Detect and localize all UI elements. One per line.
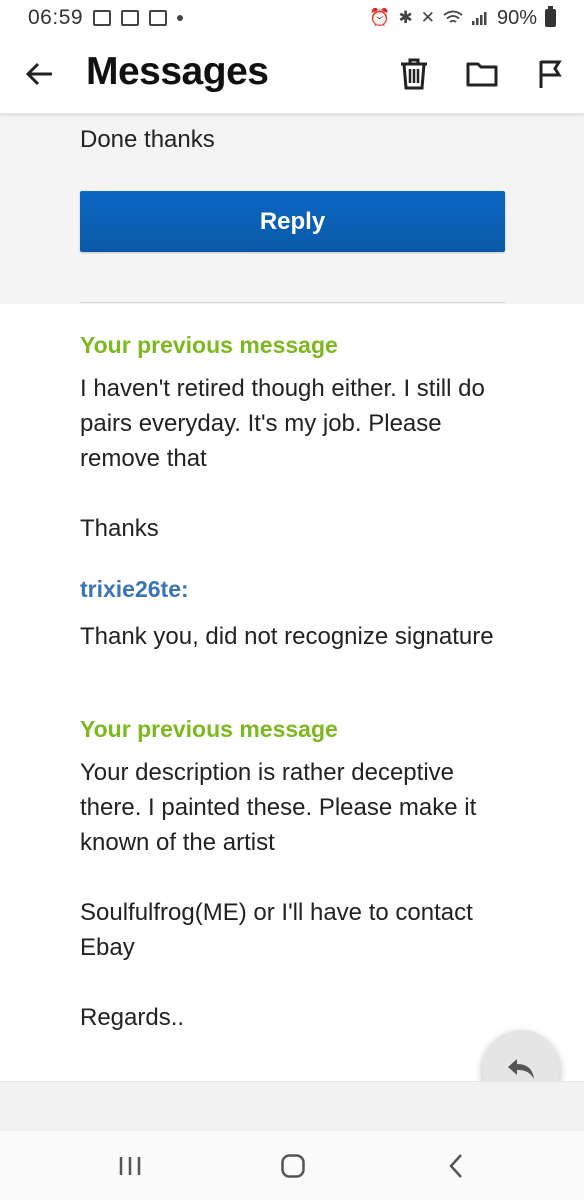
nav-back-icon xyxy=(449,1154,462,1178)
signal-icon xyxy=(471,12,487,25)
recents-button[interactable] xyxy=(110,1149,150,1183)
thread-message: trixie26te: Thank you, did not recognize… xyxy=(80,576,520,654)
battery-percent: 90% xyxy=(496,6,537,29)
move-to-folder-button[interactable] xyxy=(464,56,500,92)
flag-icon xyxy=(539,60,562,88)
status-bar: 06:59 ⏰ ✱ ✕ 90% xyxy=(0,0,584,36)
gallery-notification-icon xyxy=(93,10,112,26)
flag-button[interactable] xyxy=(532,56,568,92)
page-title: Messages xyxy=(86,50,269,93)
current-message-section: Done thanks Reply xyxy=(0,114,584,304)
reply-button[interactable]: Reply xyxy=(80,191,505,252)
status-time: 06:59 xyxy=(28,6,84,29)
footer-strip xyxy=(0,1081,584,1131)
gmail-notification-icon xyxy=(149,10,168,26)
folder-icon xyxy=(466,62,498,87)
divider xyxy=(80,302,505,303)
message-body: Your description is rather deceptive the… xyxy=(80,759,477,1031)
nav-back-button[interactable] xyxy=(436,1149,476,1183)
arrow-left-icon xyxy=(26,62,52,86)
app-header: Messages xyxy=(0,36,584,114)
home-icon xyxy=(281,1154,305,1178)
sender-label: Your previous message xyxy=(80,332,338,358)
thread-message: Your previous message Your description i… xyxy=(80,716,520,1035)
reply-arrow-icon xyxy=(508,1059,534,1079)
navigation-bar xyxy=(0,1131,584,1200)
recents-icon xyxy=(119,1157,141,1175)
mute-icon: ✕ xyxy=(420,8,435,27)
message-body: I haven't retired though either. I still… xyxy=(80,375,485,542)
alarm-icon: ⏰ xyxy=(369,8,391,27)
trash-icon xyxy=(401,58,427,90)
thread-message: Your previous message I haven't retired … xyxy=(80,332,520,546)
delete-button[interactable] xyxy=(396,56,432,92)
mail-notification-icon xyxy=(121,10,140,26)
message-body: Thank you, did not recognize signature xyxy=(80,623,494,650)
bluetooth-icon: ✱ xyxy=(398,8,413,27)
back-button[interactable] xyxy=(24,58,56,90)
current-message-text: Done thanks xyxy=(80,126,215,153)
sender-label: Your previous message xyxy=(80,716,338,742)
sender-label: trixie26te: xyxy=(80,576,189,602)
wifi-icon xyxy=(443,10,463,23)
home-button[interactable] xyxy=(273,1149,313,1183)
battery-icon xyxy=(545,6,556,27)
more-notifications-icon xyxy=(177,15,184,21)
